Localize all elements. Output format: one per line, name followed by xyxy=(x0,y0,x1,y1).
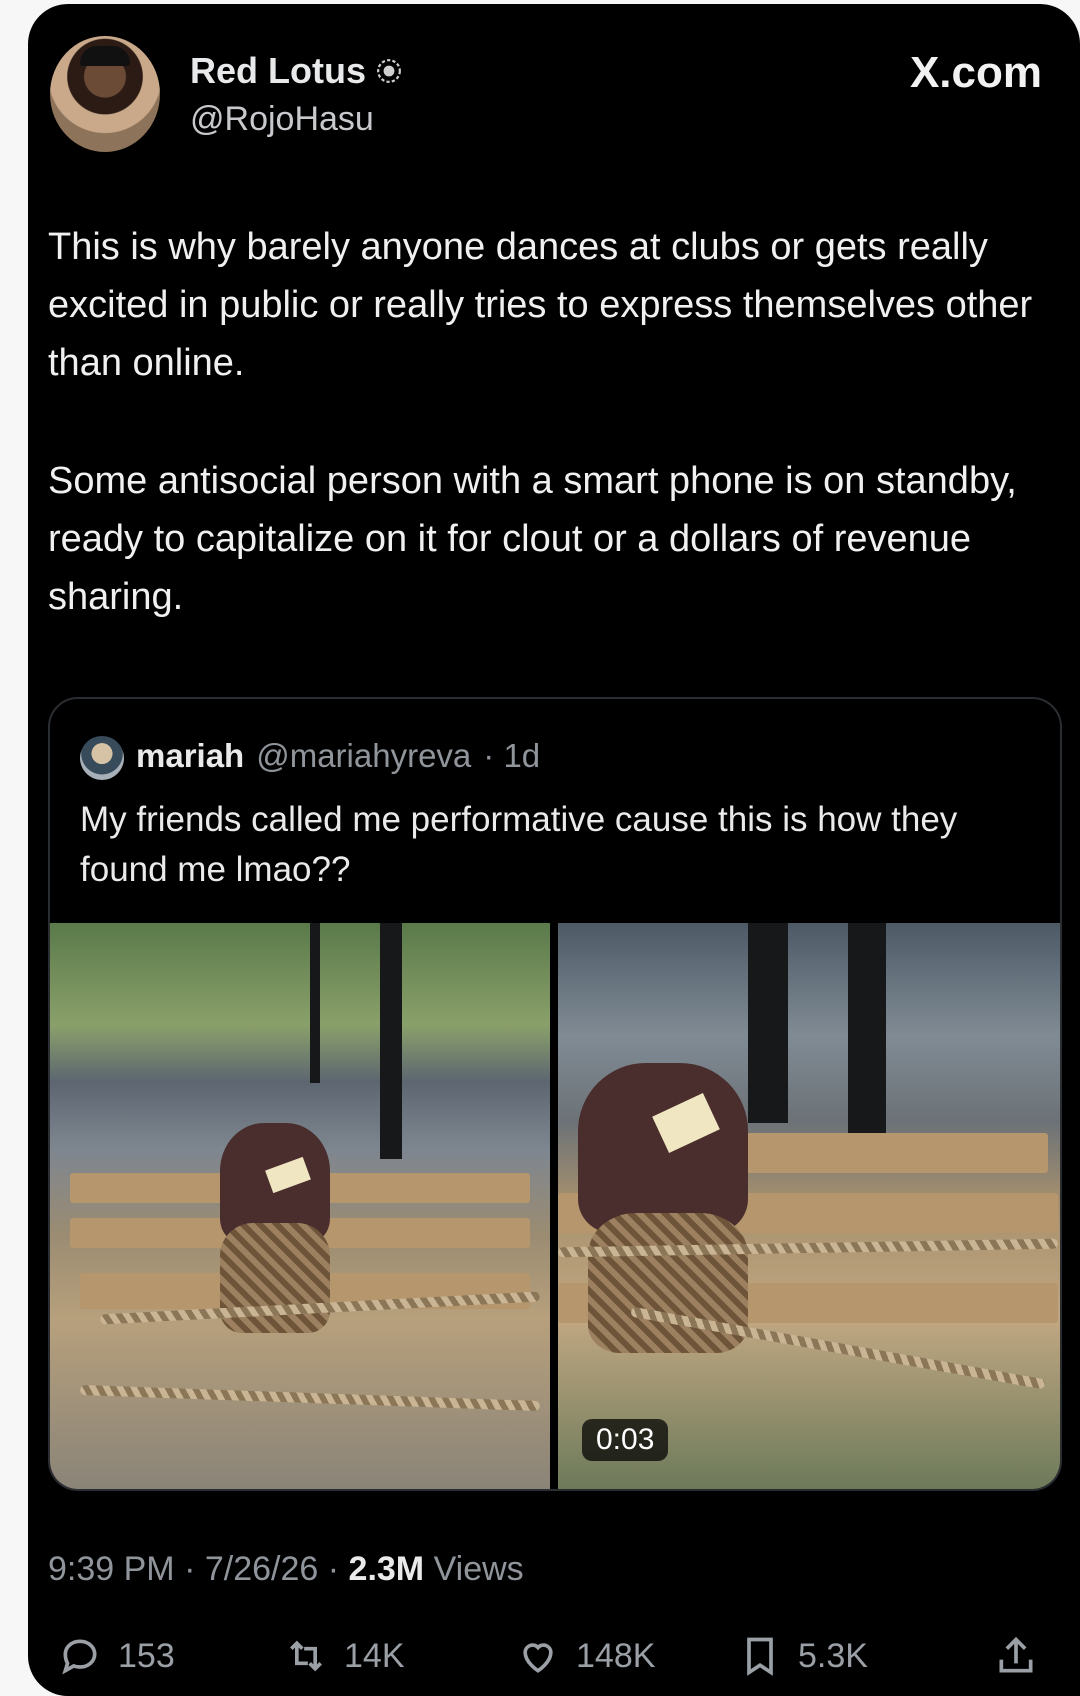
quoted-tweet-header: mariah @mariahyreva · 1d xyxy=(136,737,540,775)
views-label: Views xyxy=(433,1550,524,1588)
street-pole xyxy=(848,923,886,1143)
tweet-date[interactable]: 7/26/26 xyxy=(205,1550,318,1588)
author-avatar[interactable] xyxy=(50,36,160,152)
author-name[interactable]: Red Lotus xyxy=(190,50,366,92)
reply-count: 153 xyxy=(118,1636,175,1675)
share-button[interactable] xyxy=(994,1634,1038,1678)
media-photo[interactable] xyxy=(50,923,550,1489)
street-pole xyxy=(748,923,788,1123)
meta-separator: · xyxy=(327,1550,349,1588)
bench-backrest xyxy=(728,1133,1048,1173)
heart-icon xyxy=(523,1643,553,1673)
rope-barrier xyxy=(79,1384,541,1412)
video-duration: 0:03 xyxy=(582,1419,669,1461)
tweet-meta: 9:39 PM · 7/26/26 · 2.3M Views xyxy=(48,1550,524,1589)
tweet-card: Red Lotus @RojoHasu X.com This is why ba… xyxy=(28,4,1080,1696)
action-bar: 153 14K 148K 5.3K xyxy=(48,1634,1058,1694)
verified-badge-icon xyxy=(377,59,401,83)
bookmark-count: 5.3K xyxy=(798,1636,868,1675)
repost-icon xyxy=(290,1640,322,1672)
share-icon xyxy=(999,1636,1033,1673)
quoted-author-avatar[interactable] xyxy=(80,736,124,780)
quoted-author-name[interactable]: mariah xyxy=(136,737,244,775)
tweet-body: This is why barely anyone dances at club… xyxy=(48,218,1048,686)
author-name-row[interactable]: Red Lotus xyxy=(190,50,402,92)
tweet-time[interactable]: 9:39 PM xyxy=(48,1550,175,1588)
bookmark-icon xyxy=(747,1637,773,1676)
tweet-paragraph: This is why barely anyone dances at club… xyxy=(48,226,1033,384)
quoted-author-handle[interactable]: @mariahyreva xyxy=(256,737,471,775)
quoted-tweet[interactable]: mariah @mariahyreva · 1d My friends call… xyxy=(48,697,1062,1491)
quoted-tweet-time: · 1d xyxy=(483,737,541,774)
like-count: 148K xyxy=(576,1636,656,1675)
author-handle[interactable]: @RojoHasu xyxy=(190,100,374,139)
brand-watermark: X.com xyxy=(909,48,1042,97)
meta-separator: · xyxy=(184,1550,205,1588)
like-button[interactable]: 148K xyxy=(516,1634,655,1678)
tweet-paragraph: Some antisocial person with a smart phon… xyxy=(48,460,1017,618)
media-grid: 0:03 xyxy=(50,923,1060,1489)
repost-button[interactable]: 14K xyxy=(284,1634,405,1678)
person-figure xyxy=(578,1063,748,1233)
quoted-tweet-text: My friends called me performative cause … xyxy=(80,800,958,889)
street-pole xyxy=(380,923,402,1159)
reply-icon xyxy=(62,1639,97,1675)
reply-button[interactable]: 153 xyxy=(58,1634,175,1678)
views-count: 2.3M xyxy=(348,1550,425,1588)
street-pole xyxy=(310,923,320,1083)
repost-count: 14K xyxy=(344,1636,405,1675)
media-video[interactable]: 0:03 xyxy=(558,923,1060,1489)
bookmark-button[interactable]: 5.3K xyxy=(738,1634,868,1678)
